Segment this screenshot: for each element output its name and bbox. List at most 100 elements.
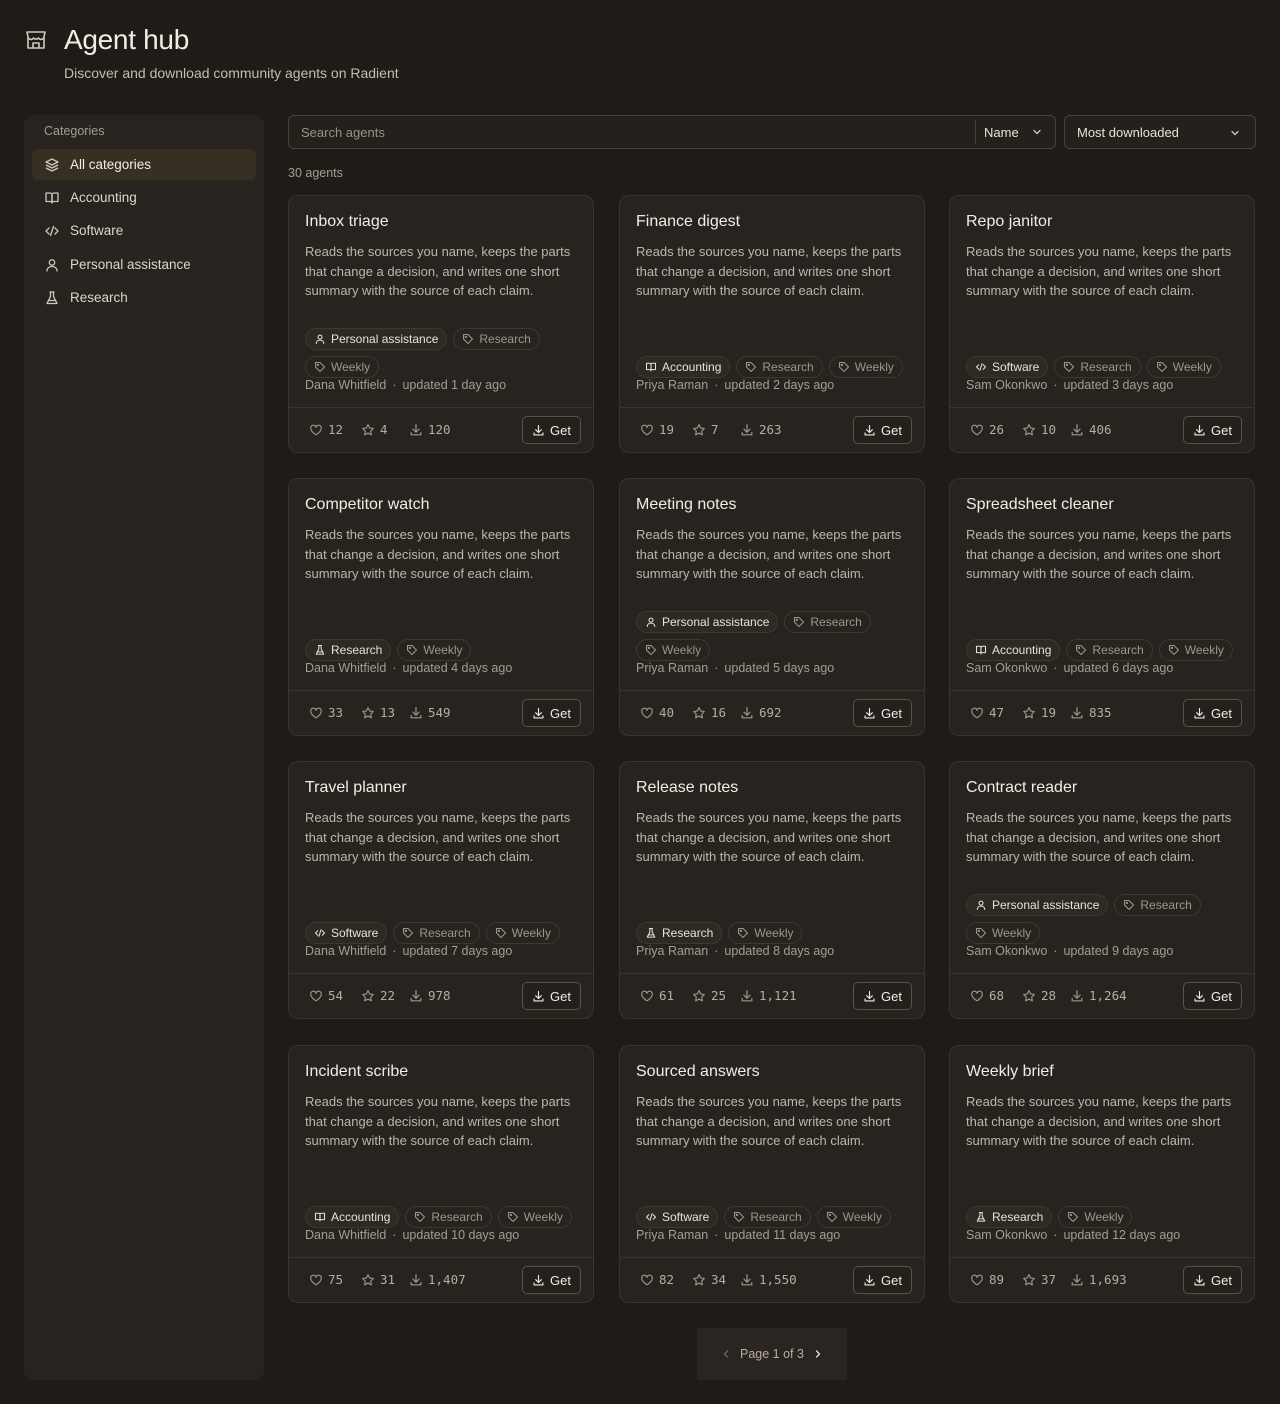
likes-stat[interactable]: 19 (640, 422, 674, 437)
tag-weekly[interactable]: Weekly (305, 356, 380, 378)
agent-card-sourced-answers[interactable]: Sourced answers Reads the sources you nam… (619, 1045, 925, 1303)
agent-card-meeting-notes[interactable]: Meeting notes Reads the sources you name,… (619, 478, 925, 736)
agent-card-spreadsheet-cleaner[interactable]: Spreadsheet cleaner Reads the sources you… (949, 478, 1255, 736)
download-icon (409, 706, 423, 720)
tag-research[interactable]: Research (1054, 356, 1141, 378)
get-button[interactable]: Get (1183, 699, 1242, 727)
tag-weekly[interactable]: Weekly (485, 922, 560, 944)
search-field-select[interactable]: Name (976, 116, 1055, 148)
agent-card-inbox-triage[interactable]: Inbox triage Reads the sources you name, … (288, 195, 594, 453)
tag-research[interactable]: Research (393, 922, 480, 944)
meta-separator: · (714, 661, 719, 675)
get-button[interactable]: Get (522, 699, 581, 727)
agent-card-finance-digest[interactable]: Finance digest Reads the sources you name… (619, 195, 925, 453)
tag-research[interactable]: Research (453, 328, 540, 350)
chevron-left-icon[interactable] (720, 1348, 732, 1360)
tag-weekly[interactable]: Weekly (1058, 1206, 1133, 1228)
sidebar-item-software[interactable]: Software (32, 215, 256, 246)
tag-weekly[interactable]: Weekly (816, 1206, 891, 1228)
tag-research[interactable]: Research (724, 1206, 811, 1228)
search-input[interactable] (289, 116, 975, 148)
stars-stat[interactable]: 4 (361, 422, 388, 437)
agent-card-repo-janitor[interactable]: Repo janitor Reads the sources you name, … (949, 195, 1255, 453)
updated-time: updated 3 days ago (1063, 378, 1174, 392)
stars-stat[interactable]: 22 (361, 988, 395, 1003)
agent-card-contract-reader[interactable]: Contract reader Reads the sources you nam… (949, 761, 1255, 1019)
likes-stat[interactable]: 33 (309, 705, 343, 720)
agent-card-incident-scribe[interactable]: Incident scribe Reads the sources you nam… (288, 1045, 594, 1303)
stars-stat[interactable]: 16 (692, 705, 726, 720)
tag-research[interactable]: Research (736, 356, 823, 378)
likes-stat[interactable]: 12 (309, 422, 343, 437)
stars-stat[interactable]: 19 (1022, 705, 1056, 720)
tag-weekly[interactable]: Weekly (497, 1206, 572, 1228)
category-tag[interactable]: Personal assistance (636, 611, 779, 633)
stars-stat[interactable]: 25 (692, 988, 726, 1003)
likes-stat[interactable]: 89 (970, 1272, 1004, 1287)
download-icon (1070, 423, 1084, 437)
stars-stat[interactable]: 34 (692, 1272, 726, 1287)
agent-card-release-notes[interactable]: Release notes Reads the sources you name,… (619, 761, 925, 1019)
likes-stat[interactable]: 40 (640, 705, 674, 720)
likes-stat[interactable]: 54 (309, 988, 343, 1003)
sidebar-item-personal-assistance[interactable]: Personal assistance (32, 249, 256, 280)
agent-card-competitor-watch[interactable]: Competitor watch Reads the sources you na… (288, 478, 594, 736)
category-tag[interactable]: Software (966, 356, 1049, 378)
agent-card-weekly-brief[interactable]: Weekly brief Reads the sources you name, … (949, 1045, 1255, 1303)
tag-weekly[interactable]: Weekly (1158, 639, 1233, 661)
stars-stat[interactable]: 37 (1022, 1272, 1056, 1287)
get-button[interactable]: Get (1183, 1266, 1242, 1294)
category-tag[interactable]: Software (636, 1206, 719, 1228)
code-icon (975, 361, 987, 373)
stars-stat[interactable]: 13 (361, 705, 395, 720)
heart-icon (970, 423, 984, 437)
category-tag[interactable]: Software (305, 922, 388, 944)
get-button[interactable]: Get (1183, 416, 1242, 444)
category-tag[interactable]: Accounting (305, 1206, 400, 1228)
tag-weekly[interactable]: Weekly (966, 922, 1041, 944)
category-tag[interactable]: Research (305, 639, 392, 661)
get-button[interactable]: Get (853, 699, 912, 727)
stars-stat[interactable]: 7 (692, 422, 719, 437)
likes-stat[interactable]: 61 (640, 988, 674, 1003)
agent-description: Reads the sources you name, keeps the pa… (636, 244, 902, 298)
tag-weekly[interactable]: Weekly (828, 356, 903, 378)
stars-stat[interactable]: 28 (1022, 988, 1056, 1003)
tag-research[interactable]: Research (784, 611, 871, 633)
get-button[interactable]: Get (1183, 982, 1242, 1010)
get-button[interactable]: Get (853, 416, 912, 444)
stars-stat[interactable]: 31 (361, 1272, 395, 1287)
chevron-right-icon[interactable] (812, 1348, 824, 1360)
tag-research[interactable]: Research (1066, 639, 1153, 661)
category-tag[interactable]: Research (636, 922, 723, 944)
category-tag[interactable]: Personal assistance (966, 894, 1109, 916)
tag-icon (1067, 1211, 1079, 1223)
tag-weekly[interactable]: Weekly (728, 922, 803, 944)
get-button[interactable]: Get (853, 1266, 912, 1294)
likes-stat[interactable]: 68 (970, 988, 1004, 1003)
likes-stat[interactable]: 26 (970, 422, 1004, 437)
likes-stat[interactable]: 75 (309, 1272, 343, 1287)
agent-card-travel-planner[interactable]: Travel planner Reads the sources you name… (288, 761, 594, 1019)
category-tag[interactable]: Accounting (636, 356, 731, 378)
tag-research[interactable]: Research (1114, 894, 1201, 916)
tag-weekly[interactable]: Weekly (636, 639, 711, 661)
tag-weekly[interactable]: Weekly (1146, 356, 1221, 378)
likes-stat[interactable]: 82 (640, 1272, 674, 1287)
get-button[interactable]: Get (853, 982, 912, 1010)
likes-stat[interactable]: 47 (970, 705, 1004, 720)
get-button[interactable]: Get (522, 416, 581, 444)
get-button[interactable]: Get (522, 982, 581, 1010)
sidebar-item-all-categories[interactable]: All categories (32, 149, 256, 180)
sort-select[interactable]: Most downloaded (1064, 115, 1256, 149)
get-button[interactable]: Get (522, 1266, 581, 1294)
category-tag[interactable]: Personal assistance (305, 328, 448, 350)
tag-weekly[interactable]: Weekly (397, 639, 472, 661)
category-tag[interactable]: Research (966, 1206, 1053, 1228)
sidebar-item-research[interactable]: Research (32, 282, 256, 313)
category-tag[interactable]: Accounting (966, 639, 1061, 661)
star-icon (361, 989, 375, 1003)
sidebar-item-accounting[interactable]: Accounting (32, 182, 256, 213)
stars-stat[interactable]: 10 (1022, 422, 1056, 437)
tag-research[interactable]: Research (405, 1206, 492, 1228)
